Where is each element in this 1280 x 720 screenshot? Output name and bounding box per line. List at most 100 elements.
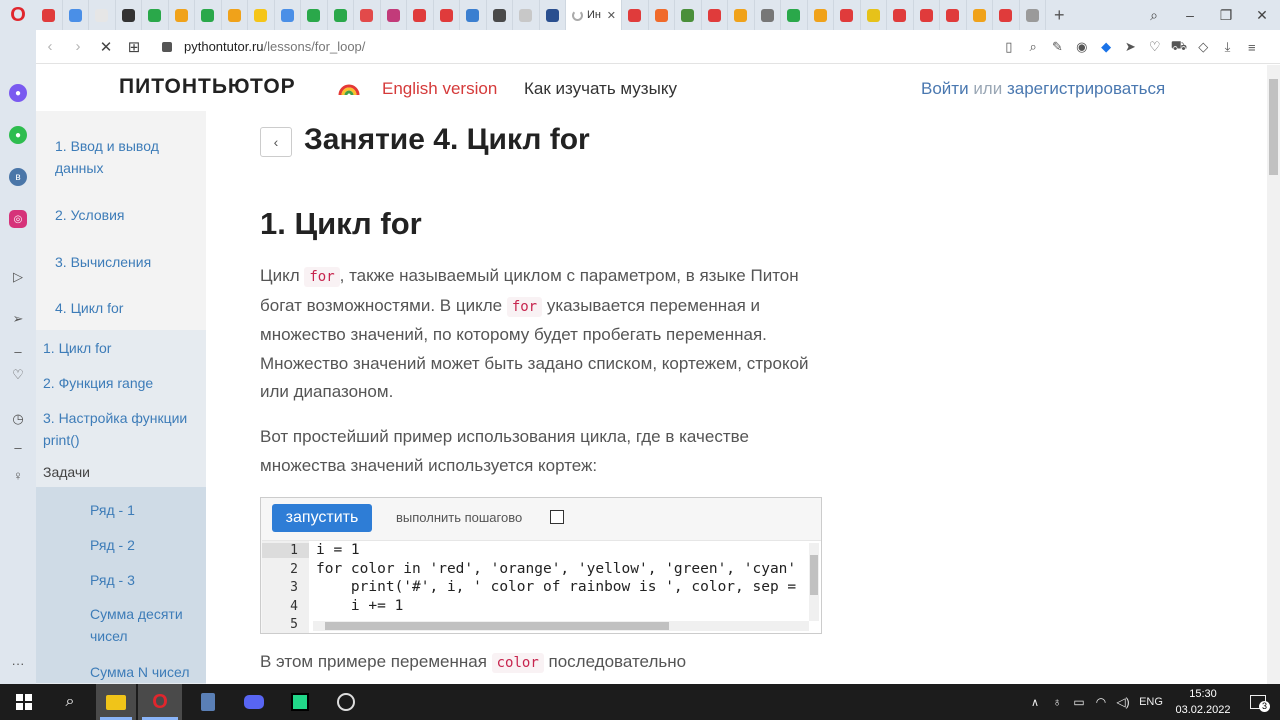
close-tab-icon[interactable]: ✕ [607,9,616,22]
download-icon[interactable]: ⤓ [1215,39,1239,55]
tab[interactable] [622,0,649,30]
cube-icon[interactable]: ◇ [1191,39,1215,55]
heart-icon[interactable]: ♡ [1143,39,1167,55]
tab[interactable] [36,0,63,30]
tab[interactable] [63,0,89,30]
nav-item-for-loop[interactable]: 4. Цикл for [55,297,123,319]
task-item[interactable]: Ряд - 2 [90,534,135,556]
subnav-item-for[interactable]: 1. Цикл for [43,337,111,359]
login-link[interactable]: Войти [921,79,969,98]
obs-icon[interactable] [322,684,370,720]
tab[interactable] [728,0,755,30]
tab[interactable] [407,0,434,30]
send-icon[interactable]: ➢ [9,310,27,328]
clock[interactable]: 15:30 03.02.2022 [1168,686,1238,718]
close-window-icon[interactable]: ✕ [1244,7,1280,24]
tab[interactable] [781,0,808,30]
tab[interactable] [434,0,460,30]
instagram-icon[interactable]: ◎ [9,210,27,228]
task-item[interactable]: Ряд - 3 [90,569,135,591]
notifications-icon[interactable]: 3 [1238,684,1278,720]
zoom-icon[interactable]: ⌕ [1021,39,1045,55]
tab[interactable] [248,0,275,30]
tab[interactable] [755,0,781,30]
tab[interactable] [89,0,116,30]
tab[interactable] [702,0,728,30]
maximize-icon[interactable]: ❐ [1208,7,1244,24]
edit-icon[interactable]: ✎ [1045,39,1069,55]
nav-item-io[interactable]: 1. Ввод и вывод данных [55,135,185,179]
battery-icon[interactable]: ▭ [1068,684,1090,720]
search-icon[interactable]: ⌕ [46,684,94,720]
discord-icon[interactable] [230,684,278,720]
page-scrollbar[interactable] [1267,65,1280,684]
task-item[interactable]: Ряд - 1 [90,499,135,521]
volume-icon[interactable]: ◁) [1112,684,1134,720]
scroll-thumb[interactable] [325,622,669,630]
scroll-thumb[interactable] [810,555,818,595]
opera-menu-icon[interactable]: O [0,0,36,30]
tray-overflow-icon[interactable]: ∧ [1024,684,1046,720]
menu-icon[interactable]: ≡ [1240,40,1264,55]
messenger-icon[interactable]: ● [9,84,27,102]
tab[interactable] [513,0,540,30]
send-icon[interactable]: ➤ [1118,39,1142,55]
tab[interactable] [1020,0,1046,30]
nav-item-conditions[interactable]: 2. Условия [55,204,124,226]
tab[interactable] [649,0,675,30]
back-icon[interactable]: ‹ [36,38,64,55]
tab[interactable] [834,0,861,30]
stop-loading-icon[interactable]: ✕ [92,38,120,56]
editor-hscrollbar[interactable] [313,621,809,631]
camera-icon[interactable]: ◉ [1070,39,1094,55]
more-icon[interactable]: ··· [9,654,27,672]
editor-vscrollbar[interactable] [809,543,819,621]
tabs-grid-icon[interactable]: ⊞ [120,38,148,56]
player-icon[interactable]: ▷ [9,268,27,286]
subnav-item-print[interactable]: 3. Настройка функции print() [43,407,208,451]
tab-active[interactable]: Ин ✕ [566,0,622,30]
task-item[interactable]: Сумма N чисел [90,661,189,683]
whatsapp-icon[interactable]: ● [9,126,27,144]
file-explorer-icon[interactable] [96,684,136,720]
tab[interactable] [675,0,702,30]
tab[interactable] [460,0,487,30]
search-tabs-icon[interactable]: ⌕ [1136,7,1172,24]
tab[interactable] [808,0,834,30]
scroll-thumb[interactable] [1269,79,1278,175]
tab[interactable] [328,0,354,30]
shield-icon[interactable]: ◆ [1094,39,1118,55]
tab[interactable] [887,0,914,30]
tab[interactable] [993,0,1020,30]
opera-taskbar-icon[interactable]: O [138,684,182,720]
tab[interactable] [540,0,566,30]
back-button[interactable]: ‹ [260,127,292,157]
tab[interactable] [301,0,328,30]
history-icon[interactable]: ◷ [9,410,27,428]
tab[interactable] [275,0,301,30]
subnav-item-range[interactable]: 2. Функция range [43,372,153,394]
run-button[interactable]: запустить [272,504,372,532]
language-indicator[interactable]: ENG [1134,684,1168,720]
reader-icon[interactable]: ▯ [997,39,1021,55]
calculator-icon[interactable] [184,684,232,720]
heart-icon[interactable]: ♡ [9,366,27,384]
nav-item-calculations[interactable]: 3. Вычисления [55,251,151,273]
tab[interactable] [967,0,993,30]
tab[interactable] [142,0,169,30]
task-item[interactable]: Сумма десяти чисел [90,603,200,647]
minimize-icon[interactable]: – [1172,7,1208,23]
step-checkbox[interactable] [550,510,564,524]
windows-start-icon[interactable] [0,684,48,720]
forward-icon[interactable]: › [64,38,92,55]
tab[interactable] [861,0,887,30]
pycharm-icon[interactable] [276,684,324,720]
tab[interactable] [914,0,940,30]
microphone-icon[interactable]: ♁ [1046,684,1068,720]
vk-icon[interactable]: в [9,168,27,186]
tab[interactable] [381,0,407,30]
wifi-icon[interactable]: ◠ [1090,684,1112,720]
new-tab-icon[interactable]: + [1054,5,1065,26]
lightbulb-icon[interactable]: ♀ [9,466,27,484]
tab[interactable] [195,0,222,30]
